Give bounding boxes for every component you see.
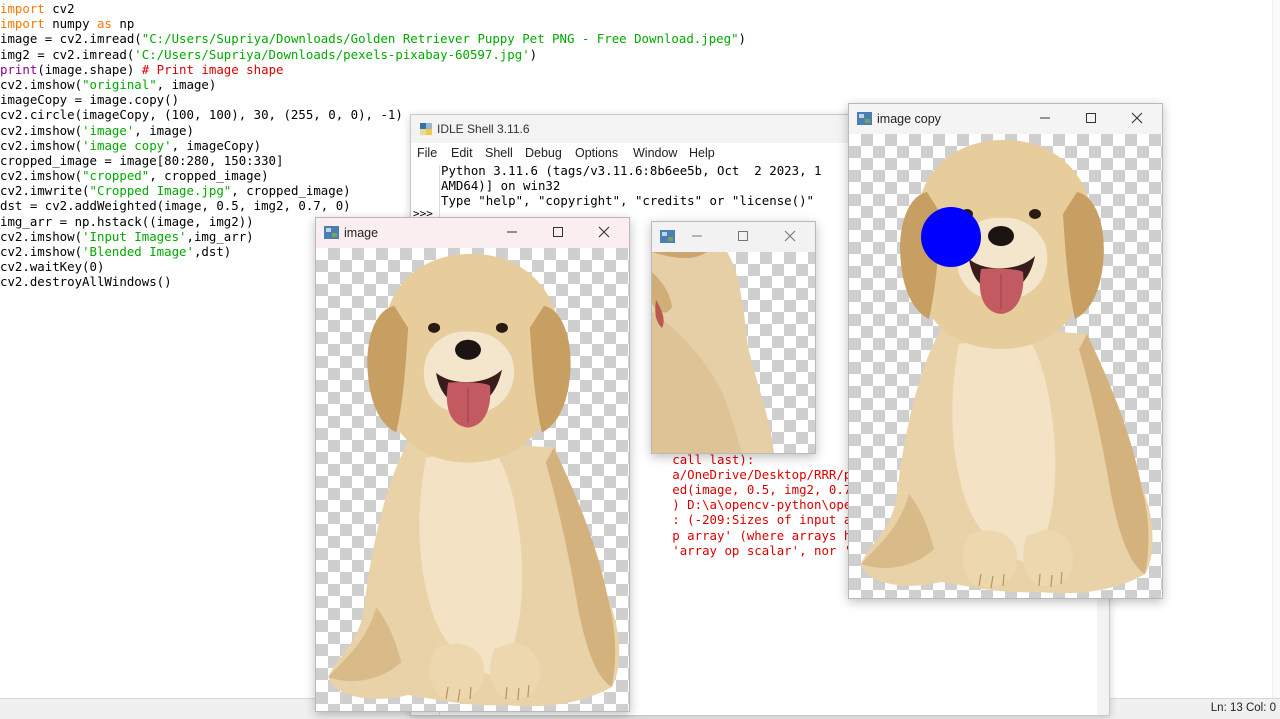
maximize-button[interactable]: [723, 224, 763, 248]
close-button[interactable]: [770, 224, 810, 248]
code-token: cv2.destroyAllWindows(): [0, 274, 172, 290]
minimize-icon: [1040, 117, 1050, 119]
code-token: 'C:/Users/Supriya/Downloads/pexels-pixab…: [134, 46, 530, 62]
code-token: cv2.imshow(: [0, 168, 83, 184]
shell-output-line: AMD64)] on win32: [441, 178, 561, 194]
code-token: "original": [82, 76, 157, 92]
code-token: , cropped_image): [149, 168, 269, 184]
code-token: , cropped_image): [231, 183, 351, 199]
code-line[interactable]: image = cv2.imread("C:/Users/Supriya/Dow…: [0, 31, 746, 46]
code-token: ): [738, 31, 747, 47]
code-token: import: [0, 16, 45, 32]
shell-title: IDLE Shell 3.11.6: [437, 122, 530, 136]
menu-file[interactable]: File: [417, 146, 437, 160]
menu-debug[interactable]: Debug: [525, 146, 562, 160]
code-token: , imageCopy): [171, 137, 262, 153]
shell-output-line: Python 3.11.6 (tags/v3.11.6:8b6ee5b, Oct…: [441, 163, 822, 178]
minimize-button[interactable]: [1025, 106, 1065, 130]
puppy-image: [327, 253, 620, 707]
image-title: image: [344, 226, 379, 240]
cropped-window[interactable]: [651, 221, 816, 454]
code-token: ,img_arr): [186, 228, 254, 244]
code-token: import: [0, 1, 45, 16]
minimize-button[interactable]: [492, 220, 532, 244]
shell-output-line: Type "help", "copyright", "credits" or "…: [441, 193, 814, 209]
menu-help[interactable]: Help: [689, 146, 715, 160]
image-copy-window[interactable]: image copy: [848, 103, 1163, 599]
menu-window[interactable]: Window: [633, 146, 677, 160]
code-line[interactable]: import numpy as np: [0, 16, 746, 31]
image-copy-canvas: [849, 134, 1162, 598]
code-token: numpy: [44, 16, 97, 32]
close-icon: [784, 230, 796, 242]
opencv-window-icon: [324, 226, 339, 239]
code-line[interactable]: imageCopy = image.copy(): [0, 92, 746, 107]
maximize-icon: [738, 231, 748, 241]
code-token: cv2.waitKey(0): [0, 259, 105, 275]
python-icon: [420, 123, 432, 135]
cursor-position: Ln: 13 Col: 0: [1210, 702, 1276, 714]
code-token: "cropped": [82, 168, 150, 184]
code-token: print: [0, 61, 38, 77]
code-token: cropped_image = image[80:280, 150:330]: [0, 152, 284, 168]
maximize-icon: [1086, 113, 1096, 123]
code-token: , image): [156, 76, 217, 92]
opencv-window-icon: [857, 112, 872, 125]
code-token: img_arr = np.hstack((image, img2)): [0, 213, 254, 229]
image-copy-title: image copy: [877, 112, 941, 126]
code-line[interactable]: cv2.imshow("original", image): [0, 77, 746, 92]
code-token: # Print image shape: [141, 61, 284, 77]
code-token: ): [529, 46, 538, 62]
code-token: cv2.imwrite(: [0, 183, 90, 199]
cropped-puppy-image: [652, 252, 774, 453]
close-icon: [598, 226, 610, 238]
code-token: cv2.imshow(: [0, 122, 83, 138]
code-token: cv2.imshow(: [0, 76, 83, 92]
code-token: img2 = cv2.imread(: [0, 46, 135, 62]
code-token: 'Blended Image': [82, 244, 194, 259]
menu-options[interactable]: Options: [575, 146, 618, 160]
code-token: cv2.imshow(: [0, 244, 83, 259]
opencv-window-icon: [660, 230, 675, 243]
code-token: 'image': [82, 122, 135, 138]
close-icon: [1131, 112, 1143, 124]
code-token: cv2.imshow(: [0, 137, 83, 153]
code-token: np: [111, 16, 135, 32]
maximize-button[interactable]: [1071, 106, 1111, 130]
blue-circle: [921, 207, 981, 267]
code-line[interactable]: img2 = cv2.imread('C:/Users/Supriya/Down…: [0, 47, 746, 62]
image-titlebar[interactable]: image: [316, 218, 629, 248]
code-token: 'image copy': [82, 137, 172, 153]
code-token: ,dst): [193, 244, 232, 259]
code-token: , image): [134, 122, 194, 138]
code-token: 'Input Images': [82, 228, 187, 244]
close-button[interactable]: [1117, 106, 1157, 130]
code-token: cv2.imshow(: [0, 228, 83, 244]
code-token: imageCopy = image.copy(): [0, 92, 180, 108]
menu-edit[interactable]: Edit: [451, 146, 473, 160]
minimize-icon: [692, 235, 702, 237]
code-token: "C:/Users/Supriya/Downloads/Golden Retri…: [141, 31, 739, 47]
close-button[interactable]: [584, 220, 624, 244]
menu-shell[interactable]: Shell: [485, 146, 513, 160]
maximize-icon: [553, 227, 563, 237]
code-line[interactable]: print(image.shape) # Print image shape: [0, 62, 746, 77]
minimize-icon: [507, 231, 517, 233]
code-token: cv2: [44, 1, 75, 16]
code-token: cv2.circle(imageCopy, (100, 100), 30, (2…: [0, 107, 403, 123]
maximize-button[interactable]: [538, 220, 578, 244]
code-line[interactable]: import cv2: [0, 1, 746, 16]
cropped-canvas: [652, 252, 815, 453]
editor-scrollbar[interactable]: [1272, 0, 1280, 698]
code-token: as: [96, 16, 112, 32]
image-window[interactable]: image: [315, 217, 630, 712]
code-token: (image.shape): [37, 61, 142, 77]
minimize-button[interactable]: [677, 224, 717, 248]
image-canvas: [316, 248, 629, 711]
image-copy-titlebar[interactable]: image copy: [849, 104, 1162, 134]
code-token: image = cv2.imread(: [0, 31, 142, 47]
cropped-titlebar[interactable]: [652, 222, 815, 252]
code-token: dst = cv2.addWeighted(image, 0.5, img2, …: [0, 198, 351, 214]
code-token: "Cropped Image.jpg": [89, 183, 232, 199]
